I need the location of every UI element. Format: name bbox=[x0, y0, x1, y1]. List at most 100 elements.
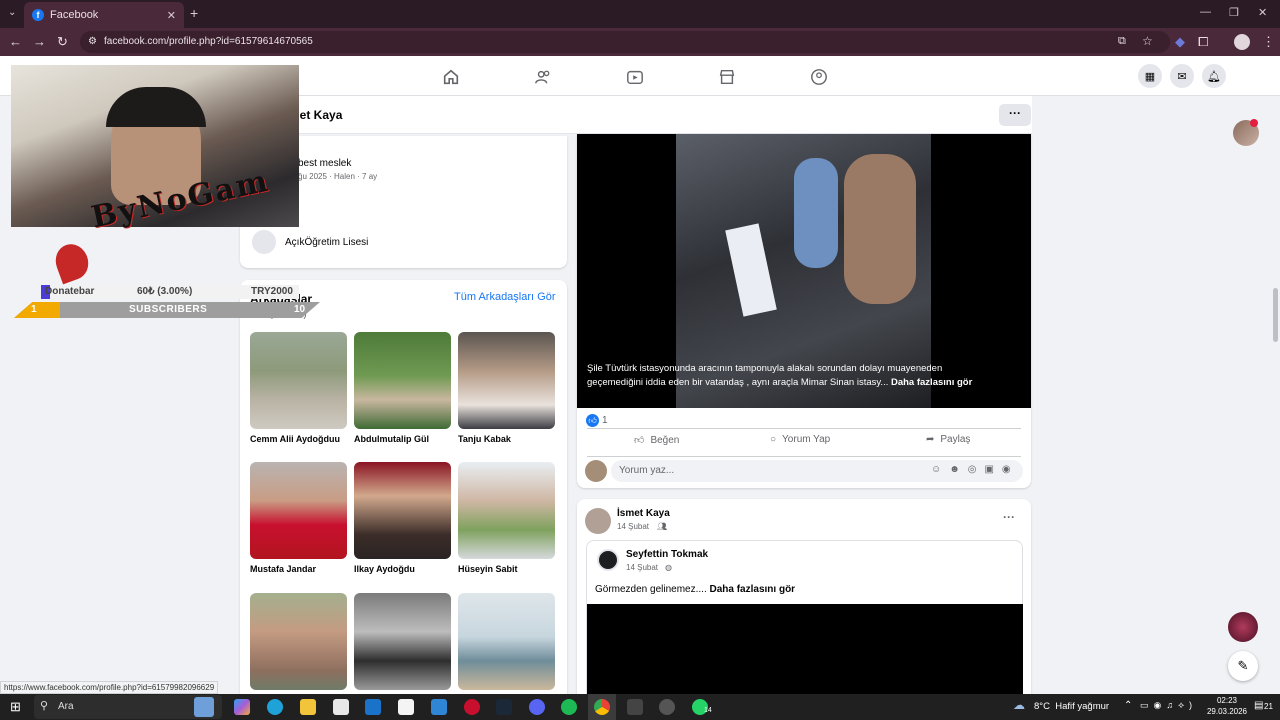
friend-name[interactable]: Cemm Alii Aydoğduu bbox=[250, 434, 348, 444]
comment-button[interactable]: ○ Yorum Yap bbox=[770, 434, 830, 445]
friend-photo[interactable] bbox=[354, 332, 451, 429]
tab-close-icon[interactable]: ✕ bbox=[167, 9, 176, 22]
comment-tools-icons[interactable]: ☺☻◎▣◉ bbox=[931, 464, 1019, 475]
edge-icon[interactable] bbox=[267, 699, 283, 715]
clock-time[interactable]: 02:23 bbox=[1204, 696, 1250, 705]
opera-icon[interactable] bbox=[464, 699, 480, 715]
shared-author-avatar[interactable] bbox=[597, 549, 619, 571]
friend-tile[interactable]: Tanju Kabak bbox=[458, 332, 556, 444]
page-scrollbar[interactable] bbox=[1271, 96, 1280, 694]
video-icon[interactable] bbox=[626, 68, 644, 86]
address-bar[interactable]: ⚙ facebook.com/profile.php?id=6157961467… bbox=[80, 31, 1170, 53]
like-count[interactable]: 1 bbox=[602, 415, 608, 426]
outlook-icon[interactable] bbox=[365, 699, 381, 715]
home-icon[interactable] bbox=[442, 68, 460, 86]
install-app-icon[interactable]: ⧉ bbox=[1118, 35, 1126, 48]
friend-tile[interactable]: Cemm Alii Aydoğduu bbox=[250, 332, 348, 444]
friend-name[interactable]: Abdulmutalip Gül bbox=[354, 434, 452, 444]
back-icon[interactable]: ← bbox=[9, 34, 22, 50]
weather-cloud-icon[interactable]: ☁ bbox=[1013, 698, 1025, 712]
vscode-icon[interactable] bbox=[431, 699, 447, 715]
browser-tabstrip: ⌄ f Facebook ✕ + — ❐ ✕ bbox=[0, 0, 1280, 28]
friend-photo[interactable] bbox=[250, 593, 347, 690]
security-icon[interactable] bbox=[398, 699, 414, 715]
friends-icon[interactable] bbox=[534, 68, 552, 86]
app-icon[interactable] bbox=[627, 699, 643, 715]
friend-photo[interactable] bbox=[458, 593, 555, 690]
friend-name[interactable]: Mustafa Jandar bbox=[250, 564, 348, 574]
friend-tile[interactable] bbox=[458, 593, 556, 690]
friend-tile[interactable] bbox=[250, 593, 348, 690]
comment-input[interactable]: Yorum yaz... ☺☻◎▣◉ bbox=[611, 460, 1023, 482]
author-avatar[interactable] bbox=[585, 508, 611, 534]
site-info-icon[interactable]: ⚙ bbox=[88, 36, 97, 47]
menu-grid-icon[interactable]: ▦ bbox=[1138, 64, 1162, 88]
friend-name[interactable]: Hüseyin Sabit bbox=[458, 564, 556, 574]
marketplace-icon[interactable] bbox=[718, 68, 736, 86]
steam-icon[interactable] bbox=[496, 699, 512, 715]
tab-search-icon[interactable]: ⌄ bbox=[8, 7, 16, 18]
new-tab-icon[interactable]: + bbox=[190, 6, 198, 20]
friend-photo[interactable] bbox=[458, 462, 555, 559]
groups-icon[interactable] bbox=[810, 68, 828, 86]
windows-start-icon[interactable]: ⊞ bbox=[10, 699, 21, 715]
discord-icon[interactable] bbox=[529, 699, 545, 715]
extension-icon[interactable]: ◆ bbox=[1175, 34, 1185, 50]
friends-audience-icon: 👥︎ bbox=[657, 522, 668, 531]
browser-tab[interactable]: f Facebook ✕ bbox=[24, 2, 184, 28]
video-player[interactable]: Şile Tüvtürk istasyonunda aracının tampo… bbox=[577, 134, 1031, 408]
friend-photo[interactable] bbox=[250, 332, 347, 429]
share-button[interactable]: ➦ Paylaş bbox=[926, 434, 970, 445]
chrome-icon[interactable] bbox=[594, 699, 610, 715]
restore-icon[interactable]: ❐ bbox=[1229, 6, 1239, 19]
reload-icon[interactable]: ↻ bbox=[57, 34, 68, 50]
scrollbar-thumb[interactable] bbox=[1273, 288, 1278, 342]
weather-text[interactable]: 8°C Hafif yağmur bbox=[1034, 701, 1109, 712]
minimize-icon[interactable]: — bbox=[1200, 6, 1211, 18]
messenger-icon[interactable]: ✉ bbox=[1170, 64, 1194, 88]
file-explorer-icon[interactable] bbox=[300, 699, 316, 715]
see-all-friends-link[interactable]: Tüm Arkadaşları Gör bbox=[454, 291, 555, 303]
post-options-icon[interactable]: ··· bbox=[1003, 510, 1015, 524]
shared-date[interactable]: 14 Şubat bbox=[626, 563, 658, 572]
taskbar-search[interactable]: ⚲ Ara bbox=[34, 695, 222, 719]
friend-photo[interactable] bbox=[458, 332, 555, 429]
friend-tile[interactable]: Hüseyin Sabit bbox=[458, 462, 556, 574]
profile-avatar-icon[interactable] bbox=[1234, 34, 1250, 50]
school-name[interactable]: AçıkÖğretim Lisesi bbox=[285, 237, 368, 248]
tray-icons[interactable]: ▭◉♫⟡) bbox=[1140, 700, 1197, 711]
more-options-button[interactable]: ··· bbox=[999, 104, 1031, 126]
shared-author[interactable]: Seyfettin Tokmak bbox=[626, 549, 708, 560]
shared-more-link[interactable]: Daha fazlasını gör bbox=[710, 584, 796, 595]
post-date[interactable]: 14 Şubat bbox=[617, 522, 649, 531]
spotify-icon[interactable] bbox=[561, 699, 577, 715]
like-button[interactable]: 👍︎ Beğen bbox=[634, 434, 679, 447]
close-window-icon[interactable]: ✕ bbox=[1258, 6, 1267, 19]
friend-name[interactable]: Tanju Kabak bbox=[458, 434, 556, 444]
notification-center-icon[interactable]: ▤ bbox=[1254, 700, 1263, 711]
friend-photo[interactable] bbox=[354, 462, 451, 559]
friend-tile[interactable]: Mustafa Jandar bbox=[250, 462, 348, 574]
friend-name[interactable]: Ilkay Aydoğdu bbox=[354, 564, 452, 574]
chat-head-avatar[interactable] bbox=[1228, 612, 1258, 642]
bookmark-star-icon[interactable]: ☆ bbox=[1142, 34, 1153, 48]
clock-date[interactable]: 29.03.2026 bbox=[1201, 707, 1253, 716]
friend-tile[interactable]: Abdulmutalip Gül bbox=[354, 332, 452, 444]
store-icon[interactable] bbox=[333, 699, 349, 715]
post-author[interactable]: İsmet Kaya bbox=[617, 508, 670, 519]
shared-video[interactable] bbox=[587, 604, 1023, 701]
friend-tile[interactable] bbox=[354, 593, 452, 690]
menu-dots-icon[interactable]: ⋮ bbox=[1262, 34, 1275, 50]
new-message-icon[interactable]: ✎ bbox=[1228, 651, 1258, 681]
notifications-bell-icon[interactable]: 🔔︎ bbox=[1202, 64, 1226, 88]
friend-tile[interactable]: Ilkay Aydoğdu bbox=[354, 462, 452, 574]
friend-photo[interactable] bbox=[354, 593, 451, 690]
friend-photo[interactable] bbox=[250, 462, 347, 559]
forward-icon[interactable]: → bbox=[33, 34, 46, 50]
extensions-puzzle-icon[interactable]: ⧠ bbox=[1198, 34, 1208, 50]
copilot-icon[interactable] bbox=[234, 699, 250, 715]
caption-more-link[interactable]: Daha fazlasını gör bbox=[891, 377, 972, 388]
obs-icon[interactable] bbox=[659, 699, 675, 715]
tray-expand-icon[interactable]: ⌃ bbox=[1124, 700, 1132, 711]
like-reaction-icon[interactable]: 👍︎ bbox=[586, 414, 599, 427]
